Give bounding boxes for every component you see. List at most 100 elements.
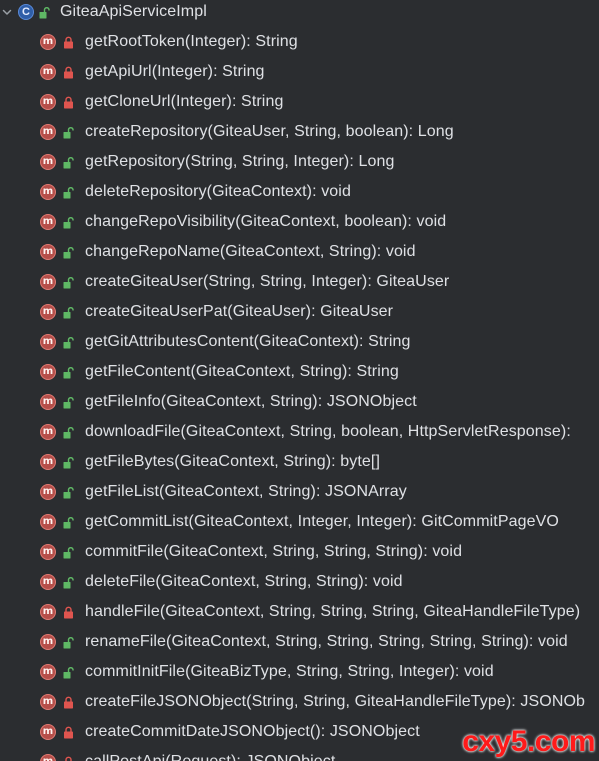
method-signature-label: renameFile(GiteaContext, String, String,… — [85, 633, 568, 650]
public-visibility-icon — [62, 125, 74, 139]
tree-node-method[interactable]: m getApiUrl(Integer): String — [40, 57, 265, 87]
tree-node-method[interactable]: m getFileContent(GiteaContext, String): S… — [40, 357, 399, 387]
method-signature-label: getRepository(String, String, Integer): … — [85, 153, 395, 170]
method-icon: m — [40, 454, 56, 470]
tree-node-method[interactable]: m renameFile(GiteaContext, String, String… — [40, 627, 568, 657]
tree-node-method[interactable]: m createRepository(GiteaUser, String, boo… — [40, 117, 454, 147]
public-visibility-icon — [62, 275, 74, 289]
method-signature-label: commitInitFile(GiteaBizType, String, Str… — [85, 663, 494, 680]
tree-node-method[interactable]: m commitFile(GiteaContext, String, String… — [40, 537, 462, 567]
method-icon: m — [40, 244, 56, 260]
method-icon: m — [40, 424, 56, 440]
method-signature-label: getFileInfo(GiteaContext, String): JSONO… — [85, 393, 417, 410]
tree-node-method[interactable]: m downloadFile(GiteaContext, String, bool… — [40, 417, 571, 447]
method-signature-label: getRootToken(Integer): String — [85, 33, 298, 50]
method-icon: m — [40, 694, 56, 710]
method-icon: m — [40, 544, 56, 560]
method-icon: m — [40, 724, 56, 740]
tree-node-method[interactable]: m deleteFile(GiteaContext, String, String… — [40, 567, 403, 597]
method-icon: m — [40, 94, 56, 110]
method-signature-label: getApiUrl(Integer): String — [85, 63, 265, 80]
method-icon: m — [40, 574, 56, 590]
tree-node-method[interactable]: m createCommitDateJSONObject(): JSONObjec… — [40, 717, 420, 747]
method-signature-label: deleteRepository(GiteaContext): void — [85, 183, 351, 200]
chevron-down-icon[interactable] — [0, 5, 14, 19]
method-signature-label: downloadFile(GiteaContext, String, boole… — [85, 423, 571, 440]
public-visibility-icon — [62, 455, 74, 469]
method-signature-label: deleteFile(GiteaContext, String, String)… — [85, 573, 403, 590]
tree-node-method[interactable]: m commitInitFile(GiteaBizType, String, St… — [40, 657, 494, 687]
tree-node-method[interactable]: m createGiteaUserPat(GiteaUser): GiteaUse… — [40, 297, 393, 327]
tree-node-method[interactable]: m handleFile(GiteaContext, String, String… — [40, 597, 580, 627]
method-signature-label: getCommitList(GiteaContext, Integer, Int… — [85, 513, 559, 530]
tree-node-method[interactable]: m getFileInfo(GiteaContext, String): JSON… — [40, 387, 417, 417]
public-visibility-icon — [62, 305, 74, 319]
method-signature-label: createFileJSONObject(String, String, Git… — [85, 693, 586, 710]
private-lock-icon — [62, 695, 74, 709]
method-signature-label: createGiteaUserPat(GiteaUser): GiteaUser — [85, 303, 394, 320]
method-icon: m — [40, 34, 56, 50]
method-signature-label: commitFile(GiteaContext, String, String,… — [85, 543, 463, 560]
public-visibility-icon — [62, 185, 74, 199]
public-visibility-icon — [62, 155, 74, 169]
method-icon: m — [40, 154, 56, 170]
class-name-label: GiteaApiServiceImpl — [60, 3, 207, 20]
public-visibility-icon — [62, 515, 74, 529]
method-signature-label: callPostApi(Request): JSONObject — [85, 753, 335, 761]
method-icon: m — [40, 124, 56, 140]
method-icon: m — [40, 334, 56, 350]
private-lock-icon — [62, 35, 74, 49]
method-signature-label: createRepository(GiteaUser, String, bool… — [85, 123, 454, 140]
public-visibility-icon — [62, 545, 74, 559]
method-icon: m — [40, 664, 56, 680]
method-icon: m — [40, 394, 56, 410]
tree-node-method[interactable]: m createFileJSONObject(String, String, Gi… — [40, 687, 585, 717]
tree-node-method[interactable]: m createGiteaUser(String, String, Integer… — [40, 267, 449, 297]
tree-node-method[interactable]: m callPostApi(Request): JSONObject — [40, 747, 335, 761]
method-icon: m — [40, 304, 56, 320]
tree-node-method[interactable]: m getFileList(GiteaContext, String): JSON… — [40, 477, 407, 507]
method-icon: m — [40, 364, 56, 380]
method-icon: m — [40, 514, 56, 530]
public-visibility-icon — [62, 665, 74, 679]
method-icon: m — [40, 184, 56, 200]
tree-node-method[interactable]: m changeRepoVisibility(GiteaContext, bool… — [40, 207, 446, 237]
method-signature-label: createCommitDateJSONObject(): JSONObject — [85, 723, 420, 740]
tree-node-method[interactable]: m getRootToken(Integer): String — [40, 27, 298, 57]
tree-node-method[interactable]: m getFileBytes(GiteaContext, String): byt… — [40, 447, 380, 477]
method-signature-label: getFileList(GiteaContext, String): JSONA… — [85, 483, 407, 500]
tree-node-class[interactable]: C GiteaApiServiceImpl — [0, 0, 207, 27]
method-signature-label: getGitAttributesContent(GiteaContext): S… — [85, 333, 411, 350]
tree-node-method[interactable]: m getGitAttributesContent(GiteaContext): … — [40, 327, 411, 357]
public-visibility-icon — [62, 215, 74, 229]
private-lock-icon — [62, 65, 74, 79]
public-visibility-icon — [62, 245, 74, 259]
method-signature-label: createGiteaUser(String, String, Integer)… — [85, 273, 450, 290]
public-visibility-icon — [38, 5, 50, 19]
method-icon: m — [40, 754, 56, 761]
method-icon: m — [40, 484, 56, 500]
method-icon: m — [40, 604, 56, 620]
public-visibility-icon — [62, 425, 74, 439]
public-visibility-icon — [62, 485, 74, 499]
class-icon: C — [18, 4, 34, 20]
tree-node-method[interactable]: m getCloneUrl(Integer): String — [40, 87, 283, 117]
method-icon: m — [40, 214, 56, 230]
method-signature-label: getFileContent(GiteaContext, String): St… — [85, 363, 399, 380]
tree-node-method[interactable]: m deleteRepository(GiteaContext): void — [40, 177, 351, 207]
public-visibility-icon — [62, 635, 74, 649]
method-icon: m — [40, 634, 56, 650]
public-visibility-icon — [62, 575, 74, 589]
public-visibility-icon — [62, 335, 74, 349]
private-lock-icon — [62, 605, 74, 619]
method-signature-label: handleFile(GiteaContext, String, String,… — [85, 603, 581, 620]
method-icon: m — [40, 64, 56, 80]
public-visibility-icon — [62, 365, 74, 379]
method-icon: m — [40, 274, 56, 290]
private-lock-icon — [62, 725, 74, 739]
tree-node-method[interactable]: m getRepository(String, String, Integer):… — [40, 147, 394, 177]
tree-node-method[interactable]: m changeRepoName(GiteaContext, String): v… — [40, 237, 416, 267]
public-visibility-icon — [62, 395, 74, 409]
tree-node-method[interactable]: m getCommitList(GiteaContext, Integer, In… — [40, 507, 559, 537]
private-lock-icon — [62, 755, 74, 761]
